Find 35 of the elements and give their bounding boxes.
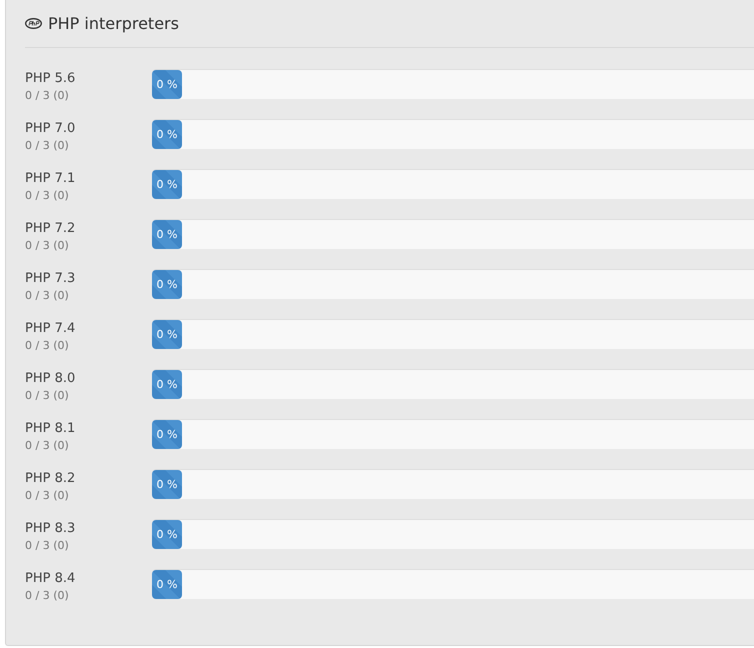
interpreter-name: PHP 7.4 — [25, 320, 76, 338]
progress-reading: 0 % — [156, 478, 178, 491]
usage-count: 0 / 3 (0) — [25, 88, 70, 104]
interpreter-name: PHP 8.1 — [25, 420, 76, 438]
usage-count: 0 / 3 (0) — [25, 438, 70, 454]
php-logo-icon — [25, 18, 42, 29]
interpreter-name: PHP 8.2 — [25, 470, 76, 488]
usage-count: 0 / 3 (0) — [25, 188, 70, 204]
progress-reading: 0 % — [156, 578, 178, 591]
progress-reading: 0 % — [156, 328, 178, 341]
progress-reading: 0 % — [156, 78, 178, 91]
interpreter-name: PHP 7.2 — [25, 220, 76, 238]
progress-reading: 0 % — [156, 178, 178, 191]
interpreter-name: PHP 7.1 — [25, 170, 76, 188]
usage-count: 0 / 3 (0) — [25, 388, 70, 404]
interpreter-name: PHP 5.6 — [25, 70, 76, 88]
progress-reading: 0 % — [156, 278, 178, 291]
usage-count: 0 / 3 (0) — [25, 238, 70, 254]
progress-reading: 0 % — [156, 378, 178, 391]
usage-count: 0 / 3 (0) — [25, 538, 70, 554]
interpreter-name: PHP 7.3 — [25, 270, 76, 288]
progress-reading: 0 % — [156, 128, 178, 141]
interpreter-name: PHP 7.0 — [25, 120, 76, 138]
progress-reading: 0 % — [156, 428, 178, 441]
usage-count: 0 / 3 (0) — [25, 288, 70, 304]
usage-count: 0 / 3 (0) — [25, 588, 70, 604]
progress-reading: 0 % — [156, 228, 178, 241]
panel-title: PHP interpreters — [48, 14, 179, 33]
usage-count: 0 / 3 (0) — [25, 488, 70, 504]
interpreter-name: PHP 8.0 — [25, 370, 76, 388]
progress-reading: 0 % — [156, 528, 178, 541]
usage-count: 0 / 3 (0) — [25, 138, 70, 154]
interpreter-name: PHP 8.4 — [25, 570, 76, 588]
usage-count: 0 / 3 (0) — [25, 338, 70, 354]
interpreter-name: PHP 8.3 — [25, 520, 76, 538]
